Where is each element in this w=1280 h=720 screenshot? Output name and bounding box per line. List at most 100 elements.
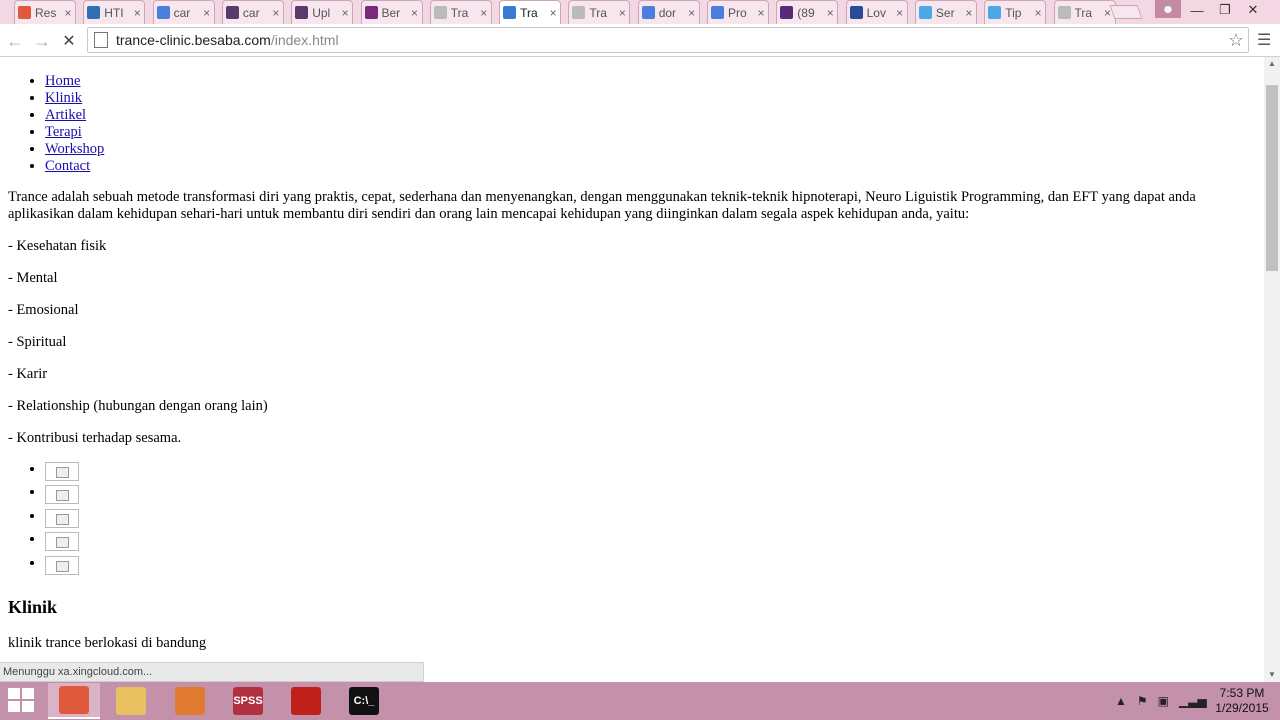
- loading-icon: [503, 6, 517, 19]
- minimize-icon[interactable]: —: [1183, 0, 1211, 20]
- browser-tab[interactable]: Upl ×: [291, 0, 354, 24]
- browser-tab[interactable]: Tra ×: [499, 0, 562, 24]
- taskbar-app-firefox[interactable]: [164, 683, 216, 719]
- scroll-down-arrow-icon[interactable]: ▼: [1264, 668, 1280, 682]
- browser-tab[interactable]: HTI ×: [83, 0, 146, 24]
- browser-tab[interactable]: Tra ×: [568, 0, 631, 24]
- doc-icon: [225, 6, 239, 19]
- gear-icon: [711, 6, 724, 19]
- page-icon: [1057, 6, 1071, 19]
- broken-image-icon[interactable]: [45, 462, 79, 481]
- aspect-item: - Mental: [8, 270, 58, 286]
- klinik-heading: Klinik: [8, 597, 58, 617]
- image-list-item: [45, 484, 79, 507]
- aspect-item: - Karir: [8, 366, 48, 382]
- browser-tab[interactable]: car ×: [152, 0, 215, 24]
- nav-link-klinik[interactable]: Klinik: [45, 90, 82, 106]
- nav-link-contact[interactable]: Contact: [45, 158, 90, 174]
- aspect-item: - Kontribusi terhadap sesama.: [8, 430, 182, 446]
- tab-close-icon[interactable]: ×: [200, 6, 214, 20]
- broken-image-icon[interactable]: [45, 555, 79, 575]
- network-icon[interactable]: ▣: [1158, 694, 1169, 708]
- tab-close-icon[interactable]: ×: [823, 6, 837, 20]
- taskbar-app-spss[interactable]: SPSS: [222, 683, 274, 719]
- chrome-menu-icon[interactable]: ☰: [1257, 30, 1271, 50]
- windows-taskbar: SPSS C:\_ ▲ ⚑ ▣ ▁▃▅ 7:53 PM 1/29/2015: [0, 682, 1280, 720]
- tab-close-icon[interactable]: ×: [754, 6, 768, 20]
- broken-image-icon[interactable]: [45, 532, 79, 552]
- forward-arrow-icon[interactable]: →: [31, 30, 53, 52]
- tab-close-icon[interactable]: ×: [130, 6, 144, 20]
- w3-icon: [87, 6, 101, 19]
- browser-tab[interactable]: Tra ×: [429, 0, 492, 24]
- window-controls: — ❐ ✕: [1183, 0, 1267, 20]
- tab-label: Upl: [312, 5, 331, 20]
- browser-tab[interactable]: Lov ×: [845, 0, 908, 24]
- tab-close-icon[interactable]: ×: [477, 6, 491, 20]
- nav-item-workshop: Workshop: [45, 141, 104, 158]
- tab-close-icon[interactable]: ×: [269, 6, 283, 20]
- status-bubble: Menunggu xa.xingcloud.com...: [0, 662, 424, 682]
- browser-tab[interactable]: Tra ×: [1053, 0, 1116, 24]
- tab-close-icon[interactable]: ×: [338, 6, 352, 20]
- aspect-item: - Relationship (hubungan dengan orang la…: [8, 398, 268, 414]
- profile-icon[interactable]: ☻: [1155, 0, 1181, 18]
- signal-icon[interactable]: ▁▃▅: [1179, 694, 1207, 708]
- back-arrow-icon[interactable]: ←: [4, 30, 26, 52]
- browser-tab[interactable]: dor ×: [637, 0, 700, 24]
- spss-icon: SPSS: [233, 687, 263, 715]
- address-bar[interactable]: trance-clinic.besaba.com/index.html ☆: [87, 27, 1249, 53]
- taskbar-app-file-explorer[interactable]: [105, 683, 157, 719]
- broken-image-icon[interactable]: [45, 485, 79, 505]
- tab-label: Tra: [1074, 5, 1093, 20]
- browser-tab[interactable]: Ber ×: [360, 0, 423, 24]
- tab-label: Tra: [520, 5, 538, 20]
- tab-close-icon[interactable]: ×: [615, 6, 629, 20]
- tab-label: Ser: [935, 5, 955, 20]
- stop-loading-icon[interactable]: ✕: [58, 30, 80, 52]
- browser-tab[interactable]: car ×: [221, 0, 284, 24]
- browser-tab[interactable]: Pro ×: [707, 0, 769, 24]
- tab-label: (89: [797, 5, 815, 20]
- tab-close-icon[interactable]: ×: [1031, 6, 1045, 20]
- scroll-up-arrow-icon[interactable]: ▲: [1264, 57, 1280, 71]
- tab-label: Tip: [1005, 5, 1022, 20]
- scrollbar-thumb[interactable]: [1266, 85, 1278, 271]
- windows-start-icon[interactable]: [8, 688, 36, 714]
- tab-close-icon[interactable]: ×: [61, 6, 75, 20]
- bookmark-star-icon[interactable]: ☆: [1228, 30, 1244, 51]
- taskbar-app-command-prompt[interactable]: C:\_: [338, 683, 390, 719]
- new-tab-button[interactable]: [1109, 5, 1143, 19]
- tab-close-icon[interactable]: ×: [962, 6, 976, 20]
- tab-label: dor: [658, 5, 677, 20]
- nav-link-artikel[interactable]: Artikel: [45, 107, 86, 123]
- page-scrollbar[interactable]: ▲ ▼: [1264, 57, 1280, 682]
- nav-link-home[interactable]: Home: [45, 73, 80, 89]
- taskbar-app-acrobat[interactable]: [280, 683, 332, 719]
- broken-image-icon[interactable]: [45, 508, 79, 528]
- browser-tab[interactable]: Res ×: [14, 0, 76, 24]
- image-list-item: [45, 508, 79, 531]
- intro-paragraph: Trance adalah sebuah metode transformasi…: [8, 189, 1196, 222]
- action-center-icon[interactable]: ⚑: [1137, 694, 1148, 708]
- close-icon[interactable]: ✕: [1239, 0, 1267, 20]
- tab-close-icon[interactable]: ×: [408, 6, 422, 20]
- nav-link-workshop[interactable]: Workshop: [45, 141, 104, 157]
- taskbar-clock[interactable]: 7:53 PM 1/29/2015: [1212, 686, 1272, 716]
- maximize-icon[interactable]: ❐: [1211, 0, 1239, 20]
- browser-tab[interactable]: Tip ×: [984, 0, 1047, 24]
- tab-close-icon[interactable]: ×: [893, 6, 907, 20]
- nav-item-home: Home: [45, 73, 104, 90]
- browser-tab[interactable]: Ser ×: [914, 0, 977, 24]
- page-icon: [433, 6, 447, 19]
- browser-tab[interactable]: (89 ×: [776, 0, 839, 24]
- tab-label: Pro: [728, 5, 747, 20]
- show-hidden-icons-icon[interactable]: ▲: [1115, 694, 1127, 708]
- tab-label: car: [173, 5, 191, 20]
- tab-close-icon[interactable]: ×: [685, 6, 699, 20]
- firefox-icon: [175, 687, 205, 715]
- nav-link-terapi[interactable]: Terapi: [45, 124, 82, 140]
- tab-close-icon[interactable]: ×: [546, 6, 560, 20]
- taskbar-app-chrome[interactable]: [48, 683, 100, 719]
- image-list-item: [45, 461, 79, 484]
